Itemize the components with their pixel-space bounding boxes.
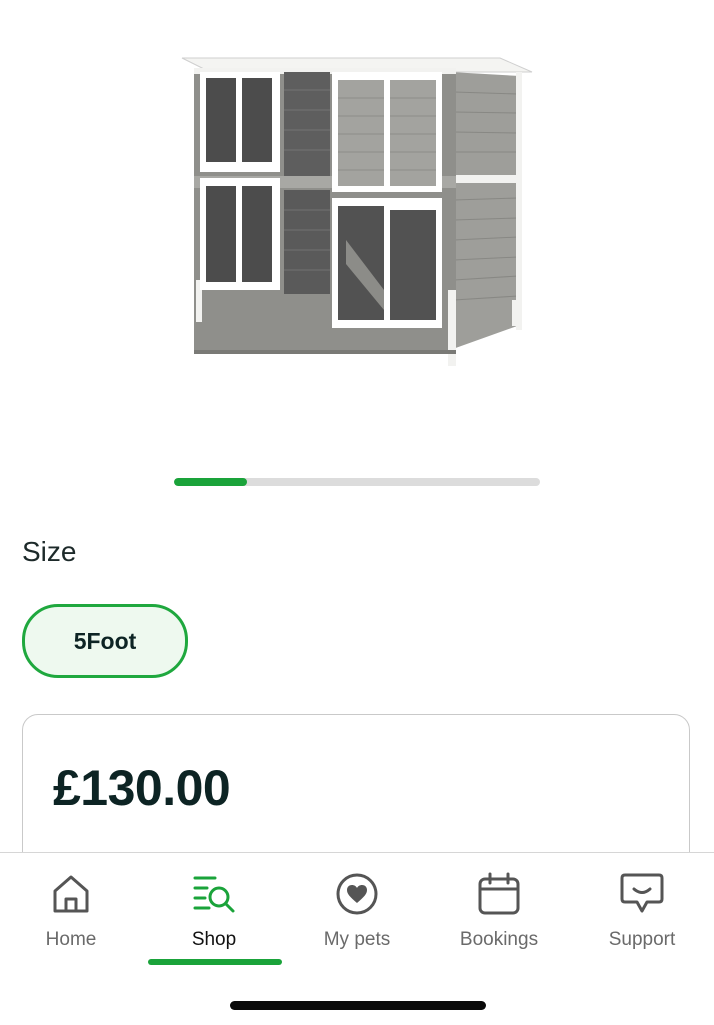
nav-label-my-pets: My pets: [323, 929, 391, 950]
nav-item-bookings[interactable]: Bookings: [428, 869, 570, 969]
size-option-chip[interactable]: 5Foot: [22, 604, 188, 678]
heart-icon: [336, 873, 378, 915]
shop-search-icon: [193, 876, 235, 913]
calendar-icon: [478, 872, 520, 915]
nav-label-support: Support: [608, 929, 676, 950]
nav-label-home: Home: [45, 929, 97, 950]
rabbit-hutch-image: [181, 57, 533, 366]
home-indicator-bar[interactable]: [230, 1001, 486, 1010]
carousel-progress-fill: [174, 478, 248, 486]
nav-active-indicator: [148, 959, 282, 965]
product-image-carousel[interactable]: [0, 0, 714, 486]
nav-item-my-pets[interactable]: My pets: [286, 869, 428, 969]
nav-item-support[interactable]: Support: [571, 869, 713, 969]
nav-label-bookings: Bookings: [459, 929, 539, 950]
size-label: Size: [22, 536, 77, 567]
bottom-nav: Home Shop My pets Bookings Support: [0, 852, 714, 1025]
nav-label-shop: Shop: [191, 929, 237, 950]
nav-item-home[interactable]: Home: [0, 869, 142, 969]
nav-item-shop[interactable]: Shop: [143, 869, 285, 969]
carousel-progress: [174, 478, 540, 486]
price-value: £130.00: [53, 760, 231, 816]
chat-icon: [620, 873, 664, 913]
home-icon: [53, 875, 89, 913]
